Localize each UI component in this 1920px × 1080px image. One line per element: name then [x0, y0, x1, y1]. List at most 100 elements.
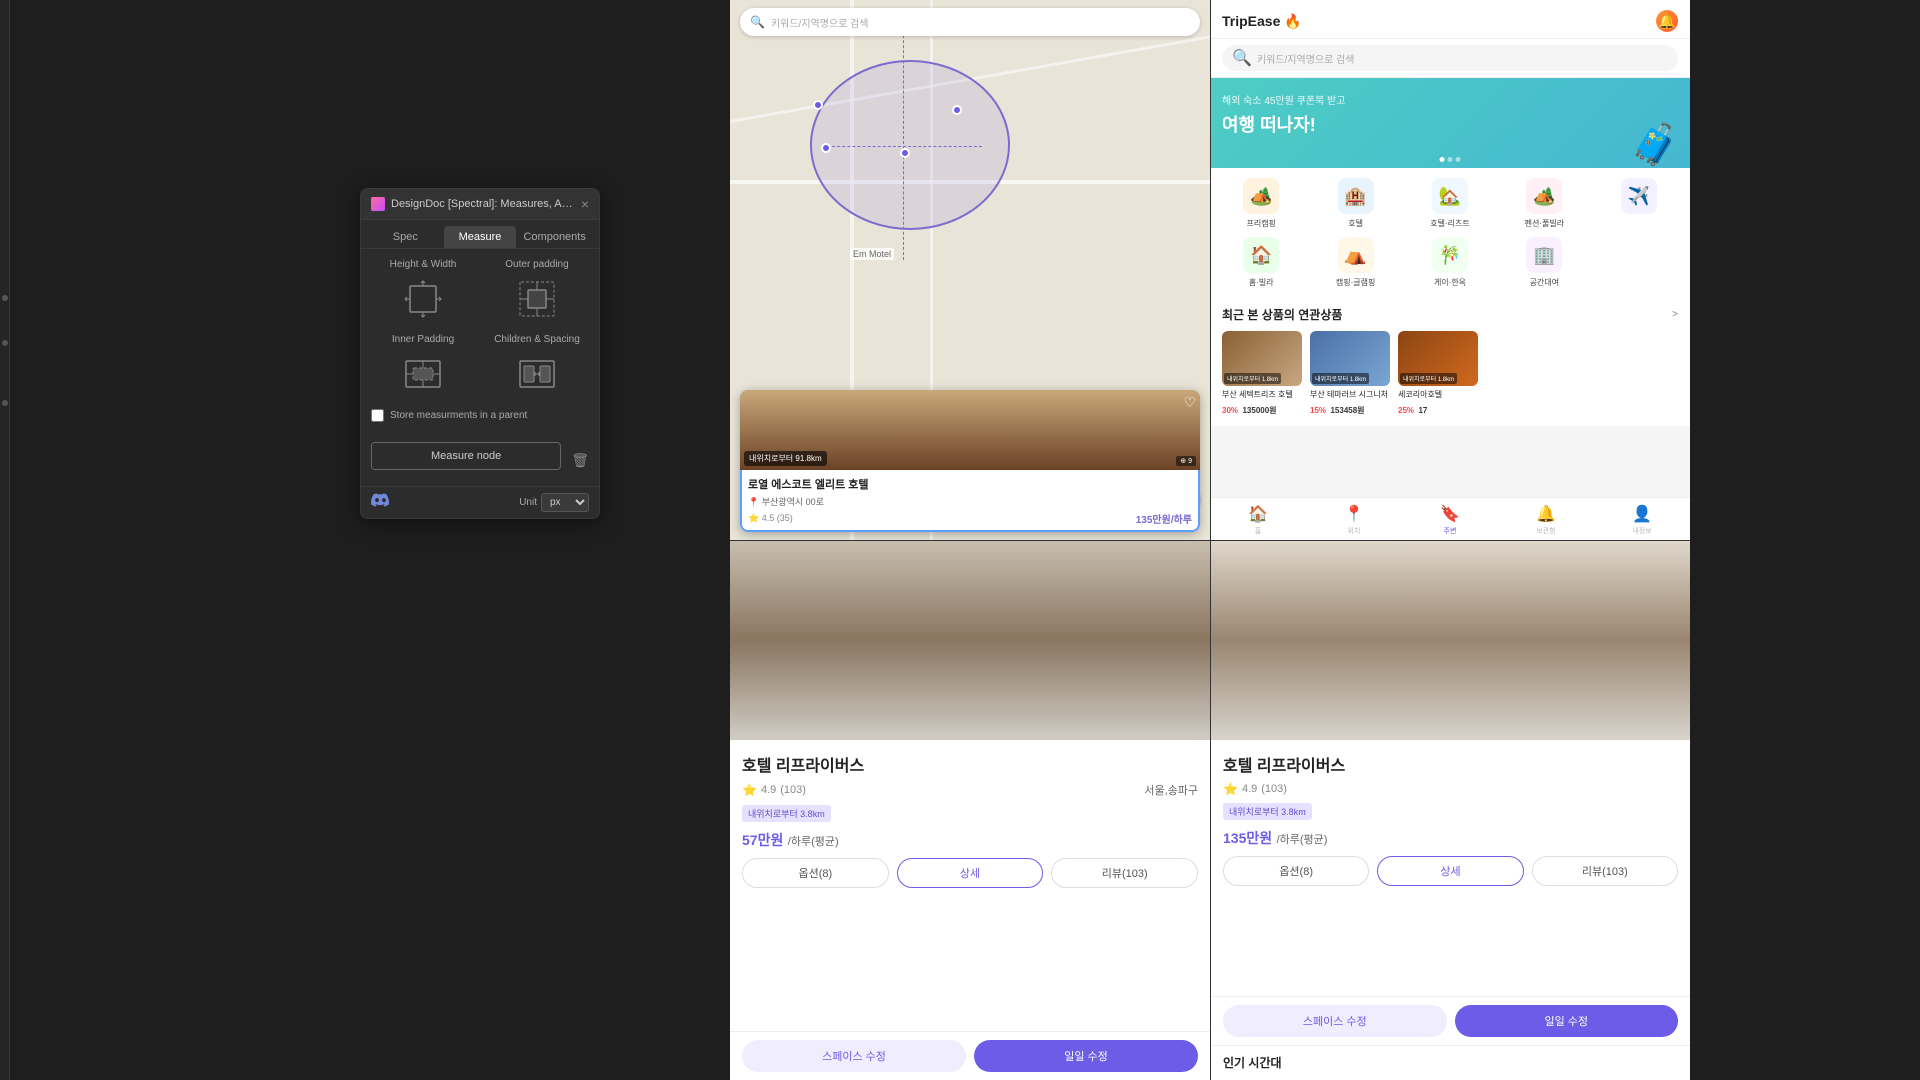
te-hotel-img-2: 내위치로부터 1.8km: [1310, 331, 1390, 386]
map-pin-2: [821, 143, 831, 153]
hotel-distance-badge: ⊕ 9: [1176, 456, 1196, 466]
hotel-meta: ⭐ 4.5 (35) 135만원/하루: [748, 511, 1192, 526]
te-search-section: 🔍 키워드/지역명으로 검색: [1210, 39, 1690, 78]
map-search-bar[interactable]: 🔍 키워드/지역명으로 검색: [740, 8, 1200, 36]
te-cat-camping[interactable]: 🏕️ 프리캠핑: [1218, 178, 1304, 229]
daily-edit-button-1[interactable]: 일일 수정: [974, 1040, 1198, 1072]
te-cat-glamping[interactable]: ⛺ 캠핑·글램핑: [1312, 237, 1398, 288]
hotel-listing-location-1: 서울,송파구: [1144, 782, 1198, 798]
te-nav-location[interactable]: 📍 위치: [1306, 502, 1402, 538]
space-edit-button-1[interactable]: 스페이스 수정: [742, 1040, 966, 1072]
motel-label: Em Motel: [850, 248, 894, 260]
hotel-listing-price-row-1: 57만원 /하루(평균): [742, 830, 1198, 850]
te-cat-glamping-icon: ⛺: [1338, 237, 1374, 273]
te-nav-nearby[interactable]: 🔖 주변: [1402, 502, 1498, 538]
te-section-more-icon[interactable]: >: [1672, 309, 1678, 320]
hotel-rating: ⭐ 4.5 (35): [748, 513, 793, 524]
measure-node-button[interactable]: Measure node: [371, 442, 561, 470]
te-nav-saved[interactable]: 🔔 보관함: [1498, 502, 1594, 538]
hotel-card-image: ♡ 내위치로부터 91.8km ⊕ 9: [740, 390, 1200, 470]
store-measurements-label: Store measurments in a parent: [390, 410, 527, 421]
te-dot-3: [1456, 157, 1461, 162]
panel-tabs: Spec Measure Components: [361, 220, 599, 249]
te-related-section-header: 최근 본 상품의 연관상품 >: [1210, 298, 1690, 327]
te-dot-1: [1440, 157, 1445, 162]
te-nav-home-icon: 🏠: [1248, 504, 1268, 524]
te-cat-hotel-label: 호텔: [1348, 218, 1363, 229]
te-cat-resort-label: 호텔·리츠트: [1430, 218, 1469, 229]
hotel-detail-button-2[interactable]: 상세: [1377, 856, 1523, 886]
te-cat-home[interactable]: 🏠 홈·빌라: [1218, 237, 1304, 288]
te-notification-icon[interactable]: 🔔: [1656, 10, 1678, 32]
te-nav-home-label: 홈: [1255, 526, 1261, 536]
hotel-card[interactable]: 346 × 260 ▼ ♡ 내위치로부터 91.8km ⊕ 9 로열 에스코트 …: [740, 390, 1200, 532]
tab-measure[interactable]: Measure: [444, 226, 517, 248]
inner-padding-item: Inner Padding: [371, 334, 475, 399]
te-banner: 해외 숙소 45만원 쿠폰북 받고 여행 떠나자! 🧳: [1210, 78, 1690, 168]
hotel-options-button-2[interactable]: 옵션(8): [1223, 856, 1369, 886]
te-cat-flight[interactable]: ✈️: [1596, 178, 1682, 229]
hotel-detail-button-1[interactable]: 상세: [897, 858, 1044, 888]
hotel-location-badge: 내위치로부터 91.8km: [744, 451, 827, 466]
tripease-screen: TripEase 🔥 🔔 🔍 키워드/지역명으로 검색 해외 숙소 45만원 쿠…: [1210, 0, 1690, 540]
hotel-listing-name-2: 호텔 리프라이버스: [1223, 752, 1678, 776]
tab-components[interactable]: Components: [518, 226, 591, 248]
te-app-name: TripEase: [1222, 13, 1280, 29]
wishlist-heart-icon[interactable]: ♡: [1183, 394, 1196, 411]
te-cat-hanok[interactable]: 🎋 게이·한옥: [1407, 237, 1493, 288]
te-logo: TripEase 🔥: [1222, 13, 1302, 30]
te-hotel-card-3[interactable]: 내위치로부터 1.8km 세코리아호텔 25% 17: [1398, 331, 1478, 418]
te-cat-resort-icon: 🏡: [1432, 178, 1468, 214]
hotel-listing-price-1: 57만원: [742, 832, 783, 848]
te-cat-hotel[interactable]: 🏨 호텔: [1312, 178, 1398, 229]
te-nav-home[interactable]: 🏠 홈: [1210, 502, 1306, 538]
outer-padding-icon: [512, 274, 562, 324]
sidebar-dot: [2, 340, 8, 346]
tab-spec[interactable]: Spec: [369, 226, 442, 248]
map-dashed-h: [822, 146, 982, 147]
hotel-cta-row-1: 스페이스 수정 일일 수정: [730, 1031, 1210, 1080]
search-icon: 🔍: [750, 15, 765, 29]
te-nav-saved-label: 보관함: [1536, 526, 1555, 536]
btn-row: Measure node 🗑: [361, 442, 599, 486]
inner-padding-label: Inner Padding: [392, 334, 454, 345]
hotel-listing-1: 호텔 리프라이버스 ⭐ 4.9 (103) 서울,송파구 내위치로부터 3.8k…: [730, 540, 1210, 1080]
te-nav-profile[interactable]: 👤 내정보: [1594, 502, 1690, 538]
hotel-review-button-1[interactable]: 리뷰(103): [1051, 858, 1198, 888]
te-bottom-nav: 🏠 홈 📍 위치 🔖 주변 🔔 보관함 👤 내정보: [1210, 497, 1690, 540]
hotel-listing-price-2: 135만원: [1223, 830, 1272, 846]
delete-icon[interactable]: 🗑: [571, 452, 589, 469]
unit-selector: Unit px rem em %: [519, 493, 589, 512]
hotel-listing-distance-badge-1: 내위치로부터 3.8km: [742, 805, 831, 822]
hotel-options-button-1[interactable]: 옵션(8): [742, 858, 889, 888]
te-cat-flight-icon: ✈️: [1621, 178, 1657, 214]
te-cat-pension[interactable]: 🏕️ 펜션·풀빌라: [1501, 178, 1587, 229]
te-hotel-badge-2: 내위치로부터 1.8km: [1312, 373, 1369, 384]
te-hotel-card-1[interactable]: 내위치로부터 1.8km 부산 세텍트리즈 호텔 30% 135000원: [1222, 331, 1302, 418]
te-banner-character: 🧳: [1630, 121, 1680, 168]
te-categories-grid: 🏕️ 프리캠핑 🏨 호텔 🏡 호텔·리츠트 🏕️ 펜션·풀빌라 ✈️ 🏠: [1210, 168, 1690, 298]
te-nav-nearby-icon: 🔖: [1440, 504, 1460, 524]
te-cat-resort[interactable]: 🏡 호텔·리츠트: [1407, 178, 1493, 229]
te-hotel-img-3: 내위치로부터 1.8km: [1398, 331, 1478, 386]
te-cat-home-label: 홈·빌라: [1249, 277, 1274, 288]
te-cat-glamping-label: 캠핑·글램핑: [1336, 277, 1375, 288]
close-button[interactable]: ×: [581, 197, 589, 211]
location-pin-icon: 📍: [748, 497, 759, 507]
map-pin-center: [900, 148, 910, 158]
te-banner-dots: [1440, 157, 1461, 162]
hotel-review-button-2[interactable]: 리뷰(103): [1532, 856, 1678, 886]
te-hotel-card-2[interactable]: 내위치로부터 1.8km 부산 테마러브 시그니처 15% 153458원: [1310, 331, 1390, 418]
te-banner-title: 여행 떠나자!: [1222, 111, 1678, 137]
map-ellipse: [810, 60, 1010, 230]
hotel-listing-2: 호텔 리프라이버스 ⭐ 4.9 (103) 내위치로부터 3.8km 135만원…: [1210, 540, 1690, 1080]
daily-edit-button-2[interactable]: 일일 수정: [1455, 1005, 1679, 1037]
unit-select[interactable]: px rem em %: [541, 493, 589, 512]
map-screen: Em Motel 🔍 키워드/지역명으로 검색 ⊕ 346 × 260 ▼ ♡ …: [730, 0, 1210, 540]
store-measurements-checkbox[interactable]: [371, 409, 384, 422]
te-hotel-badge-1: 내위치로부터 1.8km: [1224, 373, 1281, 384]
te-cat-space[interactable]: 🏢 공간대여: [1501, 237, 1587, 288]
space-edit-button-2[interactable]: 스페이스 수정: [1223, 1005, 1447, 1037]
te-search-bar[interactable]: 🔍 키워드/지역명으로 검색: [1222, 45, 1678, 71]
grid-separator-vertical: [1210, 0, 1211, 1080]
